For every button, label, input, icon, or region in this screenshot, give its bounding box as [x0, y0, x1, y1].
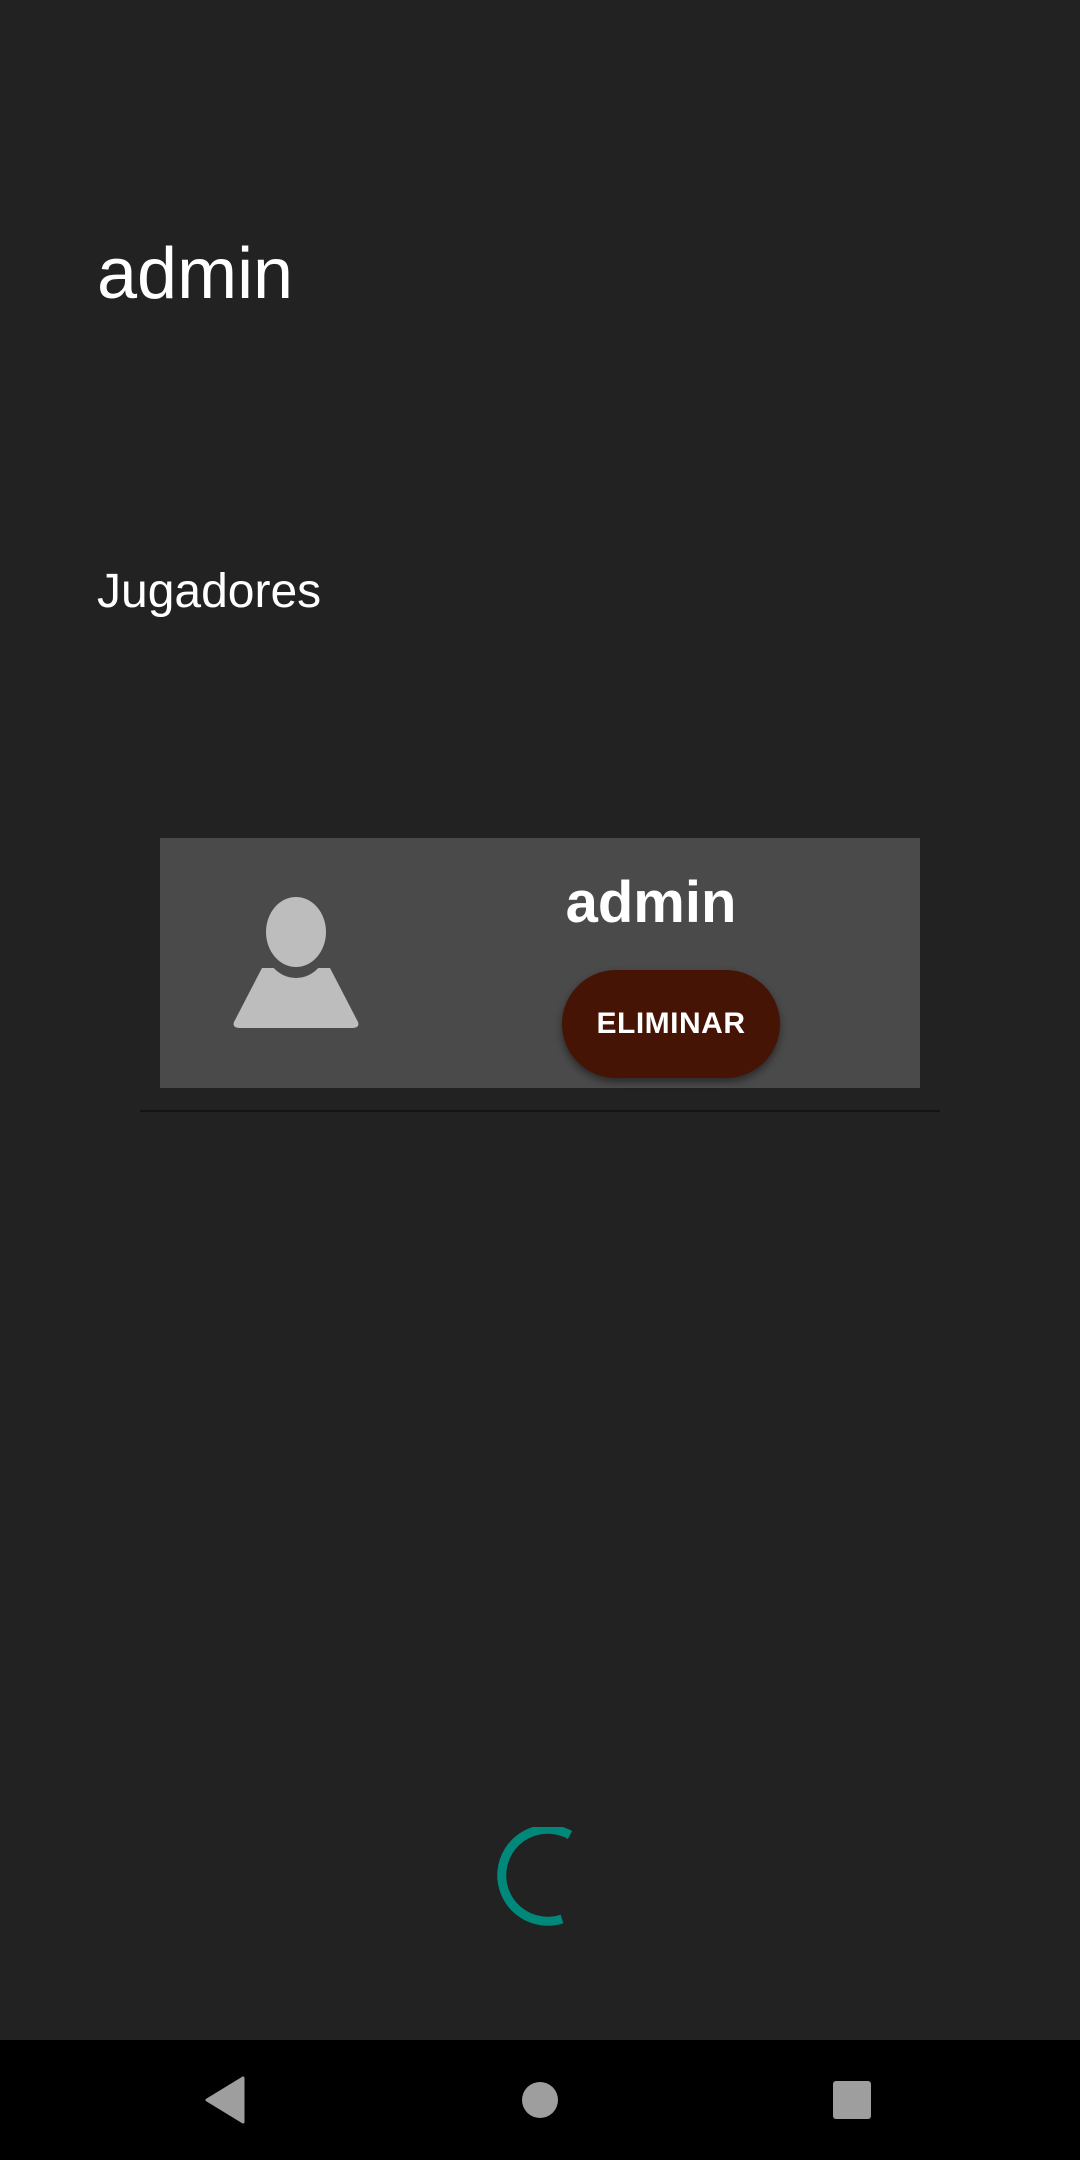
screen: admin Jugadores admin ELIMINAR: [0, 0, 1080, 2160]
list-divider: [140, 1110, 940, 1112]
recents-square-icon[interactable]: [814, 2062, 890, 2138]
system-navigation-bar: [0, 2040, 1080, 2160]
home-circle-icon[interactable]: [502, 2062, 578, 2138]
player-name: admin: [565, 870, 737, 935]
progress-spinner-icon: [494, 1827, 594, 1927]
page-title: admin: [97, 234, 294, 314]
person-placeholder-icon: [226, 896, 366, 1032]
player-card: admin ELIMINAR: [160, 838, 920, 1088]
players-section-title: Jugadores: [97, 565, 322, 618]
delete-player-button[interactable]: ELIMINAR: [562, 970, 780, 1078]
back-triangle-icon[interactable]: [187, 2062, 263, 2138]
